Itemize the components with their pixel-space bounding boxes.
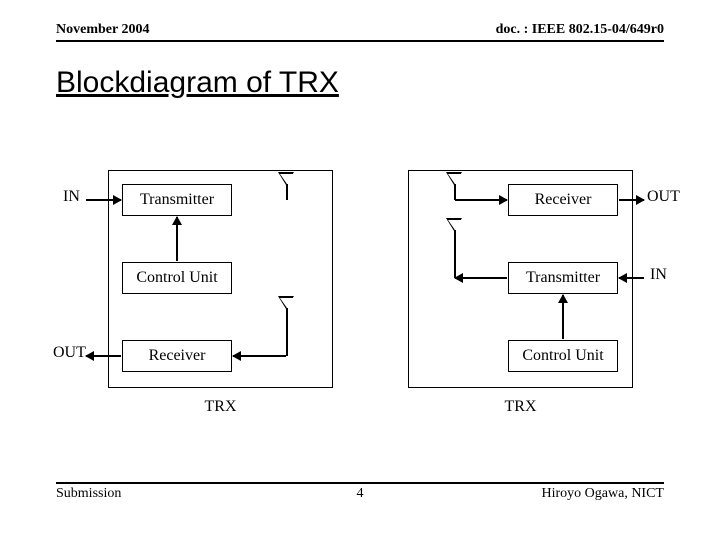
left-trx-label: TRX [108,398,333,416]
slide-header: November 2004 doc. : IEEE 802.15-04/649r… [56,22,664,42]
right-trx-label: TRX [408,398,633,416]
block-label: Receiver [535,191,592,209]
left-out-label: OUT [53,344,86,362]
left-transmitter-block: Transmitter [122,184,232,216]
footer-right: Hiroyo Ogawa, NICT [542,486,664,502]
right-tx-antenna-icon [454,230,456,278]
right-in-arrow [619,277,644,279]
left-out-arrow [86,355,121,357]
left-rx-feed-arrow [233,355,286,357]
block-label: Receiver [149,347,206,365]
slide-footer: Submission Hiroyo Ogawa, NICT 4 [56,482,664,502]
left-control-unit-block: Control Unit [122,262,232,294]
block-diagram: Transmitter Control Unit Receiver IN OUT… [0,170,720,450]
right-transmitter-block: Transmitter [508,262,618,294]
right-receiver-block: Receiver [508,184,618,216]
right-rx-feed-arrow [455,199,507,201]
left-in-arrow [86,199,121,201]
block-label: Transmitter [526,269,600,287]
block-label: Transmitter [140,191,214,209]
header-date: November 2004 [56,22,149,38]
block-label: Control Unit [136,269,217,287]
slide-title: Blockdiagram of TRX [56,66,339,100]
left-receiver-block: Receiver [122,340,232,372]
right-rx-antenna-icon [454,184,456,200]
left-in-label: IN [63,188,80,206]
left-cu-to-tx-arrow [176,217,178,261]
right-control-unit-block: Control Unit [508,340,618,372]
right-tx-feed-arrow [455,277,507,279]
page-number: 4 [357,486,364,502]
left-tx-antenna-icon [286,184,288,200]
right-out-arrow [619,199,644,201]
right-in-label: IN [650,266,667,284]
right-cu-to-tx-arrow [562,295,564,339]
block-label: Control Unit [522,347,603,365]
right-out-label: OUT [647,188,680,206]
header-docref: doc. : IEEE 802.15-04/649r0 [496,22,664,38]
left-rx-antenna-icon [286,308,288,356]
footer-left: Submission [56,486,121,502]
